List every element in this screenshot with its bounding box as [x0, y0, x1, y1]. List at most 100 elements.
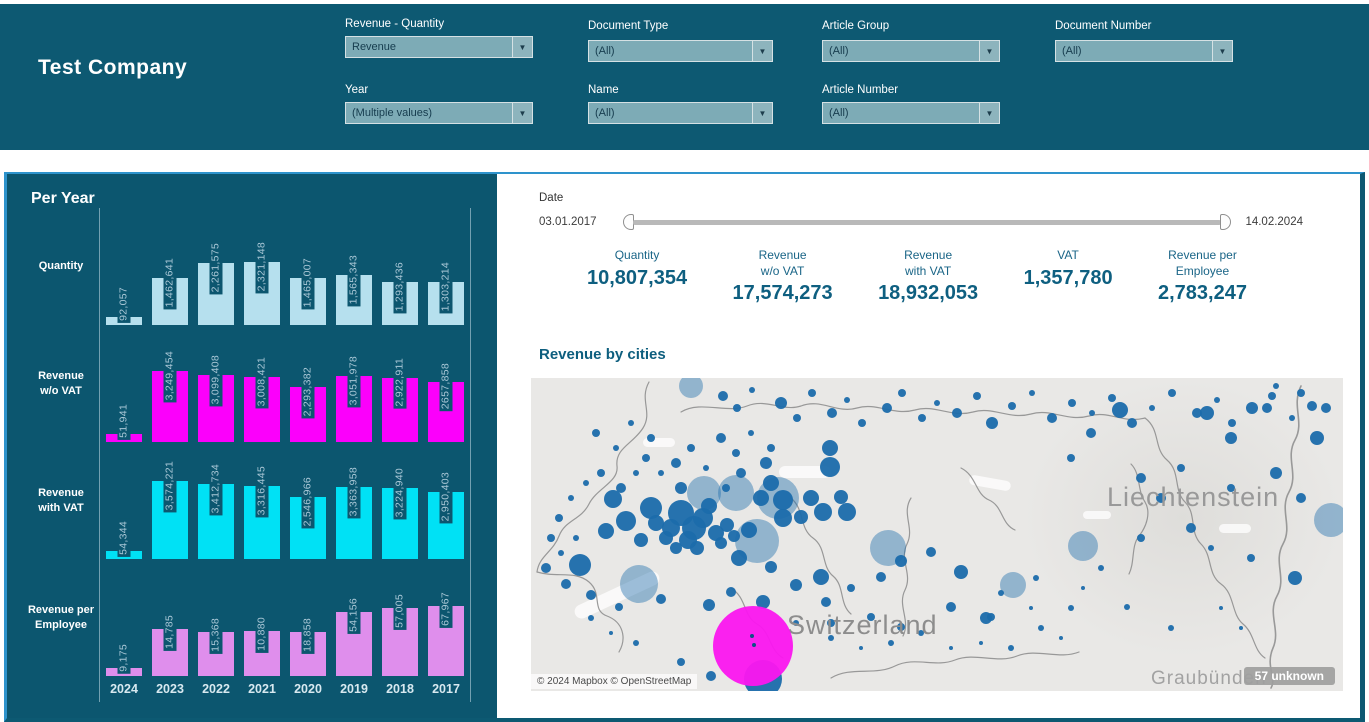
map-bubble[interactable] [1068, 531, 1098, 561]
map-bubble[interactable] [687, 444, 695, 452]
map-bubble[interactable] [1168, 625, 1174, 631]
map-bubble[interactable] [656, 594, 666, 604]
bar-mark[interactable]: 92,057 [101, 208, 147, 325]
chevron-down-icon[interactable]: ▼ [512, 37, 532, 57]
filter-article-number[interactable]: (All) ▼ [822, 102, 1000, 124]
map-bubble[interactable] [1214, 397, 1220, 403]
bar-mark[interactable]: 51,941 [101, 325, 147, 442]
map-bubble[interactable] [616, 483, 626, 493]
map-bubble[interactable] [1081, 586, 1085, 590]
map-bubble[interactable] [814, 503, 832, 521]
map-bubble[interactable] [736, 468, 746, 478]
filter-year[interactable]: (Multiple values) ▼ [345, 102, 533, 124]
map-bubble[interactable] [558, 550, 564, 556]
map-bubble[interactable] [822, 440, 838, 456]
map-bubble[interactable] [1124, 604, 1130, 610]
map-bubble[interactable] [998, 590, 1004, 596]
map-bubble[interactable] [640, 497, 662, 519]
map-bubble[interactable] [1208, 545, 1214, 551]
map-bubble[interactable] [703, 599, 715, 611]
bar-mark[interactable]: 18,858 [285, 559, 331, 676]
bar-mark[interactable]: 3,249,454 [147, 325, 193, 442]
map-bubble[interactable] [1289, 415, 1295, 421]
map-bubble[interactable] [715, 537, 727, 549]
bar-mark[interactable]: 3,099,408 [193, 325, 239, 442]
slider-handle-left[interactable] [623, 214, 634, 230]
map-bubble[interactable] [895, 555, 907, 567]
map-bubble[interactable] [722, 484, 730, 492]
bar-mark[interactable]: 2,293,382 [285, 325, 331, 442]
map-bubble[interactable] [547, 534, 555, 542]
map-bubble[interactable] [592, 429, 600, 437]
map-bubble[interactable] [541, 563, 551, 573]
map-bubble[interactable] [1137, 534, 1145, 542]
map-bubble[interactable] [628, 420, 634, 426]
map-bubble[interactable] [1033, 575, 1039, 581]
map-bubble[interactable] [763, 475, 779, 491]
map-bubble[interactable] [615, 603, 623, 611]
bar-mark[interactable]: 2,922,911 [377, 325, 423, 442]
map-bubble[interactable] [847, 584, 855, 592]
map-bubble[interactable] [718, 475, 754, 511]
map-bubble[interactable] [1008, 645, 1014, 651]
bar-mark[interactable]: 1,465,007 [285, 208, 331, 325]
map-bubble[interactable] [568, 495, 574, 501]
map-bubble[interactable] [1273, 383, 1279, 389]
map-bubble[interactable] [1200, 406, 1214, 420]
map-bubble[interactable] [1270, 467, 1282, 479]
slider-track[interactable] [633, 220, 1222, 225]
map-bubble[interactable] [1225, 432, 1237, 444]
map-bubble[interactable] [1008, 402, 1016, 410]
map-bubble[interactable] [753, 490, 769, 506]
bar-mark[interactable]: 2,546,966 [285, 442, 331, 559]
map-bubble[interactable] [767, 444, 775, 452]
filter-revenue-quantity[interactable]: Revenue ▼ [345, 36, 533, 58]
map-bubble[interactable] [827, 408, 837, 418]
map-bubble[interactable] [1168, 389, 1176, 397]
map-bubble[interactable] [1068, 399, 1076, 407]
map-bubble[interactable] [926, 547, 936, 557]
map-bubble[interactable] [1310, 431, 1324, 445]
map-bubble[interactable] [898, 389, 906, 397]
map-bubble[interactable] [561, 579, 571, 589]
map-bubble[interactable] [1149, 405, 1155, 411]
map-bubble[interactable] [748, 430, 754, 436]
map-bubble[interactable] [586, 590, 596, 600]
map-bubble[interactable] [573, 535, 579, 541]
map-bubble[interactable] [569, 554, 591, 576]
map-bubble[interactable] [790, 579, 802, 591]
map-bubble[interactable] [658, 470, 664, 476]
map-bubble[interactable] [633, 640, 639, 646]
bar-mark[interactable]: 3,224,940 [377, 442, 423, 559]
map-bubble[interactable] [1029, 606, 1033, 610]
map-bubble[interactable] [876, 572, 886, 582]
map-bubble[interactable] [858, 419, 866, 427]
map-bubble[interactable] [555, 514, 563, 522]
bar-mark[interactable]: 2,321,148 [239, 208, 285, 325]
map-bubble[interactable] [918, 414, 926, 422]
map-bubble[interactable] [634, 533, 648, 547]
map-bubble[interactable] [1068, 605, 1074, 611]
map-bubble[interactable] [979, 641, 983, 645]
map-bubble[interactable] [1177, 464, 1185, 472]
map-bubble[interactable] [803, 490, 819, 506]
map-bubble[interactable] [732, 449, 740, 457]
filter-article-group[interactable]: (All) ▼ [822, 40, 1000, 62]
map-bubble[interactable] [1268, 392, 1276, 400]
map-bubble[interactable] [616, 511, 636, 531]
map-bubble[interactable] [794, 510, 808, 524]
map-bubble[interactable] [703, 465, 709, 471]
map-bubble[interactable] [1089, 410, 1095, 416]
bar-mark[interactable]: 10,880 [239, 559, 285, 676]
map-bubble[interactable] [1314, 503, 1343, 537]
map-bubble[interactable] [1297, 389, 1305, 397]
map-bubble[interactable] [859, 646, 863, 650]
bar-mark[interactable]: 9,175 [101, 559, 147, 676]
map-bubble[interactable] [973, 392, 981, 400]
map-bubble[interactable] [1112, 402, 1128, 418]
map-bubble[interactable] [726, 587, 736, 597]
bar-mark[interactable]: 1,293,436 [377, 208, 423, 325]
map-bubble[interactable] [597, 469, 605, 477]
map-bubble[interactable] [934, 400, 940, 406]
map-bubble[interactable] [583, 480, 589, 486]
